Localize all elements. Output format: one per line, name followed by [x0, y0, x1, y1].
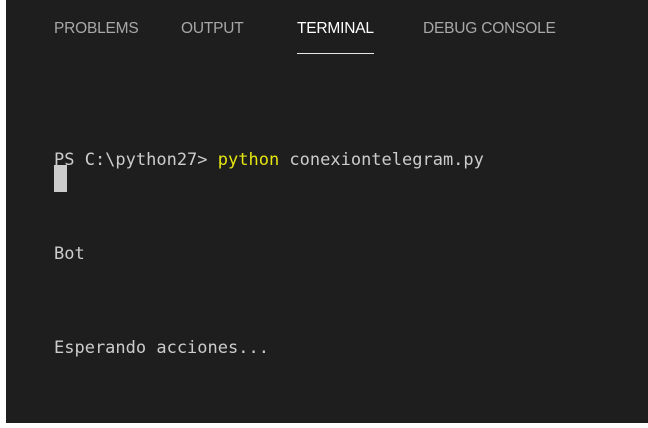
panel-tab-bar: PROBLEMS OUTPUT TERMINAL DEBUG CONSOLE [6, 0, 648, 60]
tab-output[interactable]: OUTPUT [181, 20, 244, 44]
terminal-command-line: PS C:\python27> python conexiontelegram.… [54, 144, 634, 176]
terminal-output-line: Bot [54, 244, 85, 264]
terminal-command-args: conexiontelegram.py [279, 150, 484, 170]
tab-debug-console-label: DEBUG CONSOLE [423, 20, 556, 37]
tab-terminal-label: TERMINAL [297, 20, 374, 37]
tab-debug-console[interactable]: DEBUG CONSOLE [423, 20, 556, 44]
terminal-prompt: PS C:\python27> [54, 150, 218, 170]
tab-problems-label: PROBLEMS [54, 20, 139, 37]
terminal-panel: PROBLEMS OUTPUT TERMINAL DEBUG CONSOLE P… [6, 0, 648, 423]
tab-output-label: OUTPUT [181, 20, 244, 37]
terminal-command: python [217, 150, 280, 170]
terminal-output[interactable]: PS C:\python27> python conexiontelegram.… [54, 80, 634, 428]
terminal-output-line: Esperando acciones... [54, 338, 269, 358]
active-tab-indicator [297, 53, 374, 54]
tab-problems[interactable]: PROBLEMS [54, 20, 139, 44]
terminal-cursor [54, 165, 67, 192]
tab-terminal[interactable]: TERMINAL [297, 20, 374, 54]
